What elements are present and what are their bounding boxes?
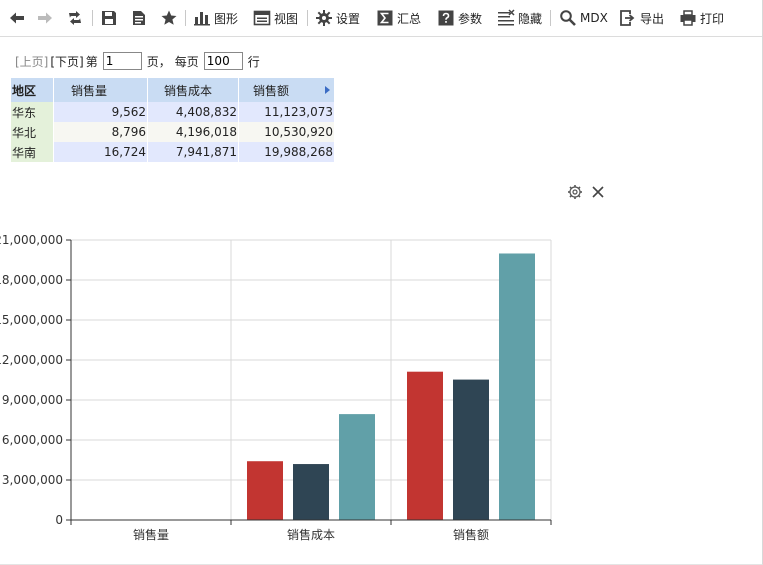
y-tick-label: 9,000,000 [2, 393, 63, 407]
x-tick-label: 销售量 [133, 527, 169, 542]
arrow-left-icon [8, 9, 26, 27]
pager: [上页] [下页] 第 页， 每页 行 [15, 51, 262, 71]
graph-button[interactable]: 图形 [193, 8, 238, 28]
export-button[interactable]: 导出 [619, 8, 664, 28]
document-icon [130, 9, 148, 27]
column-header-amount-label: 销售额 [253, 83, 290, 98]
magnifier-icon [559, 9, 577, 27]
cell-amount: 19,988,268 [238, 142, 335, 162]
print-label: 打印 [700, 11, 725, 26]
chart-toolbox [567, 184, 605, 203]
gear-outline-icon [567, 184, 583, 203]
favorite-button[interactable] [160, 8, 178, 28]
bar [407, 371, 443, 520]
hide-button[interactable]: 隐藏 [497, 8, 542, 28]
bar [293, 464, 329, 520]
chart-close-button[interactable] [591, 185, 605, 202]
y-tick-label: 3,000,000 [2, 473, 63, 487]
summary-button[interactable]: 汇总 [376, 8, 421, 28]
gear-icon [315, 9, 333, 27]
sort-arrow-icon[interactable] [325, 86, 330, 94]
chart-settings-button[interactable] [567, 184, 583, 203]
prev-page-link[interactable]: [上页] [15, 53, 48, 70]
view-button[interactable]: 视图 [253, 8, 298, 28]
cell-amount: 11,123,073 [238, 102, 335, 122]
column-header-amount[interactable]: 销售额 [238, 78, 335, 102]
y-tick-label: 18,000,000 [0, 273, 63, 287]
view-label: 视图 [274, 11, 299, 26]
cell-qty: 16,724 [53, 142, 148, 162]
cell-cost: 4,408,832 [147, 102, 239, 122]
table-row: 华南 16,724 7,941,871 19,988,268 [11, 142, 335, 162]
refresh-icon [66, 9, 84, 27]
settings-button[interactable]: 设置 [315, 8, 360, 28]
question-icon [437, 9, 455, 27]
y-tick-label: 15,000,000 [0, 313, 63, 327]
page-suffix: 页， [146, 54, 171, 69]
sigma-icon [376, 9, 394, 27]
print-button[interactable]: 打印 [679, 8, 724, 28]
next-page-link[interactable]: [下页] [50, 53, 83, 70]
cell-amount: 10,530,920 [238, 122, 335, 142]
printer-icon [679, 9, 697, 27]
hide-label: 隐藏 [518, 11, 543, 26]
toolbar-separator [550, 10, 551, 26]
floppy-disk-icon [100, 9, 118, 27]
table-row: 华东 9,562 4,408,832 11,123,073 [11, 102, 335, 122]
page-number-input[interactable] [102, 52, 142, 70]
export-label: 导出 [640, 11, 665, 26]
x-tick-label: 销售成本 [287, 527, 335, 542]
column-header-region[interactable]: 地区 [11, 78, 54, 102]
y-tick-label: 12,000,000 [0, 353, 63, 367]
row-header: 华南 [11, 142, 54, 162]
cell-cost: 7,941,871 [147, 142, 239, 162]
graph-label: 图形 [214, 11, 239, 26]
params-label: 参数 [458, 11, 483, 26]
toolbar-separator [92, 10, 93, 26]
forward-button[interactable] [36, 8, 54, 28]
y-tick-label: 0 [55, 513, 63, 527]
bar [339, 414, 375, 520]
back-button[interactable] [8, 8, 26, 28]
cell-qty: 9,562 [53, 102, 148, 122]
mdx-label: MDX [580, 11, 608, 25]
params-button[interactable]: 参数 [437, 8, 482, 28]
bar [247, 461, 283, 520]
settings-label: 设置 [336, 11, 361, 26]
bar [453, 379, 489, 520]
row-header: 华东 [11, 102, 54, 122]
per-page-suffix: 行 [247, 54, 260, 69]
mdx-button[interactable]: MDX [559, 8, 608, 28]
star-icon [160, 9, 178, 27]
column-header-cost[interactable]: 销售成本 [147, 78, 239, 102]
summary-label: 汇总 [397, 11, 422, 26]
toolbar: 图形 视图 设置 汇总 参数 隐藏 MDX 导出 打印 [0, 0, 762, 37]
toolbar-separator [307, 10, 308, 26]
close-icon [591, 185, 605, 202]
bar-chart-icon [193, 9, 211, 27]
y-tick-label: 21,000,000 [0, 233, 63, 247]
refresh-button[interactable] [66, 8, 84, 28]
x-tick-label: 销售额 [453, 527, 489, 542]
table-header-row: 地区 销售量 销售成本 销售额 [11, 78, 335, 102]
bar-chart: 0 3,000,000 6,000,000 9,000,000 12,000,000 15… [0, 233, 552, 542]
toolbar-separator [185, 10, 186, 26]
save-as-button[interactable] [130, 8, 148, 28]
cell-qty: 8,796 [53, 122, 148, 142]
arrow-right-icon [36, 9, 54, 27]
row-header: 华北 [11, 122, 54, 142]
export-icon [619, 9, 637, 27]
page-prefix: 第 [85, 54, 98, 69]
y-tick-label: 6,000,000 [2, 433, 63, 447]
per-page-prefix: 每页 [174, 54, 199, 69]
cell-cost: 4,196,018 [147, 122, 239, 142]
rows-per-page-input[interactable] [203, 52, 243, 70]
save-button[interactable] [100, 8, 118, 28]
data-table: 地区 销售量 销售成本 销售额 华东 9,562 4,408,832 11,12… [11, 78, 335, 162]
table-view-icon [253, 9, 271, 27]
table-row: 华北 8,796 4,196,018 10,530,920 [11, 122, 335, 142]
column-header-qty[interactable]: 销售量 [53, 78, 148, 102]
bar [499, 253, 535, 521]
hide-rows-icon [497, 9, 515, 27]
